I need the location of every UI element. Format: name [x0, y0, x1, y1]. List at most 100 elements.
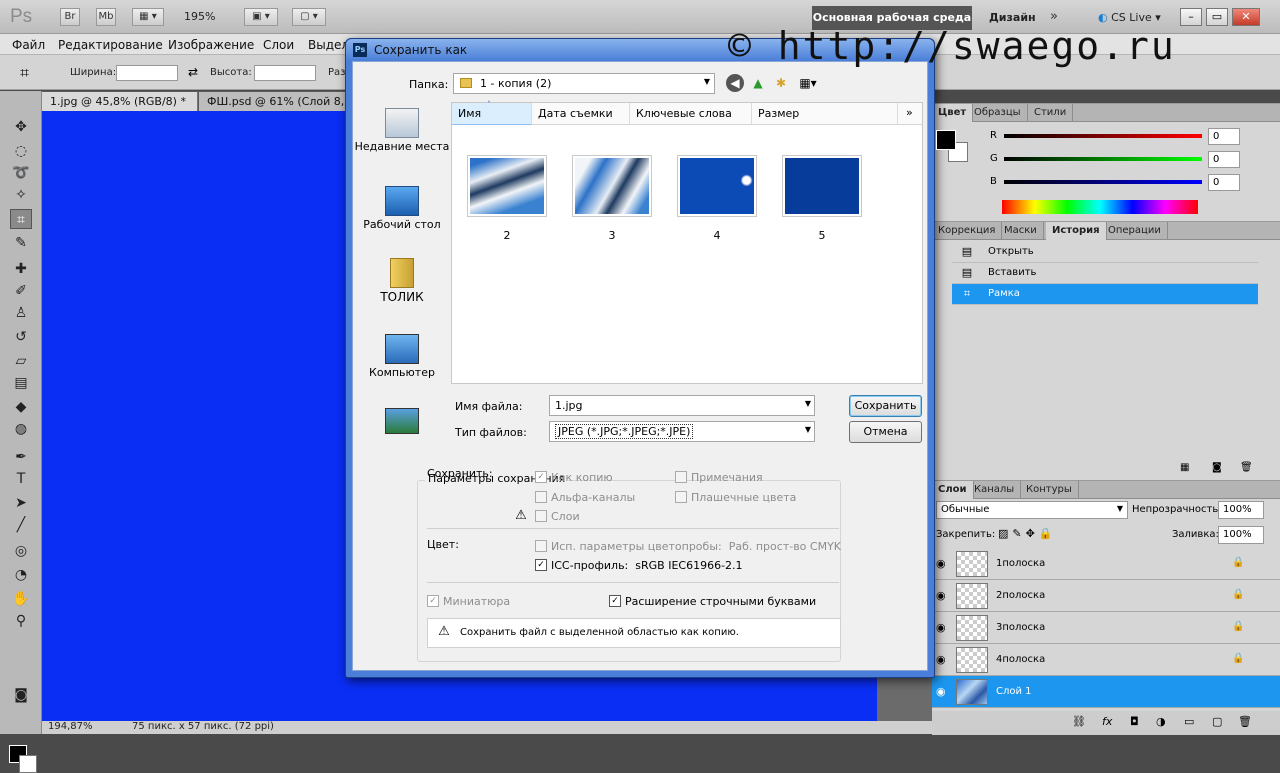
place-recent[interactable]: Недавние места	[353, 108, 451, 153]
tab-color[interactable]: Цвет	[932, 104, 974, 122]
place-network[interactable]	[353, 408, 451, 436]
column-date[interactable]: Дата съемки	[532, 103, 630, 125]
blue-value[interactable]: 0	[1208, 174, 1240, 191]
crop-tool-icon[interactable]: ⌗	[10, 209, 32, 229]
layer-row[interactable]: ◉ 4полоска 🔒	[932, 644, 1280, 676]
quick-mask-icon[interactable]: ◙	[10, 685, 32, 705]
menu-select[interactable]: Выдел	[308, 38, 349, 52]
menu-layers[interactable]: Слои	[263, 38, 294, 52]
cancel-button[interactable]: Отмена	[849, 421, 922, 443]
file-item[interactable]: 5	[782, 155, 862, 242]
eye-icon[interactable]: ◉	[936, 621, 946, 634]
brush-tool-icon[interactable]: ✐	[10, 281, 32, 301]
blend-mode-select[interactable]: Обычные ▼	[936, 501, 1128, 519]
tab-adjustments[interactable]: Коррекция	[932, 222, 1003, 240]
menu-file[interactable]: Файл	[12, 38, 45, 52]
eye-icon[interactable]: ◉	[936, 685, 946, 698]
marquee-tool-icon[interactable]: ◌	[10, 141, 32, 161]
pen-tool-icon[interactable]: ✒	[10, 447, 32, 467]
hand-tool-icon[interactable]: ✋	[10, 589, 32, 609]
bridge-button[interactable]: Br	[60, 8, 80, 26]
tab-actions[interactable]: Операции	[1102, 222, 1168, 240]
history-item-crop[interactable]: ⌗ Рамка	[952, 284, 1258, 305]
type-tool-icon[interactable]: T	[10, 469, 32, 489]
minibridge-button[interactable]: Mb	[96, 8, 116, 26]
eraser-tool-icon[interactable]: ▱	[10, 351, 32, 371]
red-slider[interactable]	[1004, 134, 1202, 138]
path-selection-icon[interactable]: ➤	[10, 493, 32, 513]
layer-row[interactable]: ◉ 3полоска 🔒	[932, 612, 1280, 644]
history-item-open[interactable]: ▤ Открыть	[952, 242, 1258, 263]
move-tool-icon[interactable]: ✥	[10, 117, 32, 137]
folder-select[interactable]: 1 - копия (2) ▼	[453, 73, 715, 94]
background-color-swatch[interactable]	[19, 755, 37, 773]
width-input[interactable]	[116, 65, 178, 81]
place-user[interactable]: ТОЛИК	[353, 258, 451, 304]
dodge-tool-icon[interactable]: ◍	[10, 419, 32, 439]
swap-icon[interactable]: ⇄	[188, 65, 198, 79]
eye-icon[interactable]: ◉	[936, 653, 946, 666]
view-extras-icon[interactable]: ▦ ▾	[132, 8, 164, 26]
view-menu-icon[interactable]: ▦▾	[795, 74, 821, 92]
folder-icon[interactable]: ▭	[1184, 715, 1194, 728]
tab-styles[interactable]: Стили	[1028, 104, 1074, 122]
status-zoom[interactable]: 194,87%	[48, 721, 93, 732]
lowercase-extension-checkbox[interactable]: ✓ Расширение строчными буквами	[609, 595, 816, 609]
green-value[interactable]: 0	[1208, 151, 1240, 168]
history-item-paste[interactable]: ▤ Вставить	[952, 263, 1258, 284]
menu-image[interactable]: Изображение	[168, 38, 254, 52]
layers-checkbox[interactable]: Слои	[535, 510, 580, 524]
alpha-channels-checkbox[interactable]: Альфа-каналы	[535, 491, 635, 505]
back-icon[interactable]: ◀	[726, 74, 744, 92]
file-item[interactable]: 3	[572, 155, 652, 242]
column-name[interactable]: Имя	[452, 103, 532, 125]
save-button[interactable]: Сохранить	[849, 395, 922, 417]
minimize-button[interactable]: –	[1180, 8, 1202, 26]
fill-input[interactable]: 100%	[1218, 526, 1264, 544]
file-list[interactable]: Имя ˄ Дата съемки Ключевые слова Размер …	[451, 100, 923, 384]
tab-history[interactable]: История	[1046, 222, 1107, 240]
mask-icon[interactable]: ◘	[1130, 715, 1139, 728]
workspace-design-button[interactable]: Дизайн	[989, 11, 1036, 24]
cs-live-button[interactable]: ◐ CS Live ▾	[1098, 11, 1161, 24]
close-button[interactable]: ✕	[1232, 8, 1260, 26]
color-spectrum-ramp[interactable]	[1002, 200, 1198, 214]
file-item[interactable]: 4	[677, 155, 757, 242]
opacity-input[interactable]: 100%	[1218, 501, 1264, 519]
stamp-tool-icon[interactable]: ♙	[10, 303, 32, 323]
link-icon[interactable]: ⛓	[1072, 715, 1086, 728]
proof-setup-checkbox[interactable]: Исп. параметры цветопробы: Раб. прост-во…	[535, 540, 841, 554]
up-folder-icon[interactable]: ▲	[749, 74, 767, 92]
line-tool-icon[interactable]: ╱	[10, 515, 32, 535]
eye-icon[interactable]: ◉	[936, 557, 946, 570]
icc-profile-checkbox[interactable]: ✓ ICC-профиль: sRGB IEC61966-2.1	[535, 559, 743, 573]
file-item[interactable]: 2	[467, 155, 547, 242]
tab-swatches[interactable]: Образцы	[968, 104, 1028, 122]
place-desktop[interactable]: Рабочий стол	[353, 186, 451, 231]
filename-input[interactable]: 1.jpg ▼	[549, 395, 815, 416]
trash-icon[interactable]: 🗑	[1240, 462, 1253, 473]
blue-slider[interactable]	[1004, 180, 1202, 184]
place-computer[interactable]: Компьютер	[353, 334, 451, 379]
height-input[interactable]	[254, 65, 316, 81]
zoom-level[interactable]: 195%	[184, 10, 215, 23]
tab-masks[interactable]: Маски	[998, 222, 1044, 240]
column-size[interactable]: Размер	[752, 103, 898, 125]
tab-channels[interactable]: Каналы	[968, 481, 1022, 499]
layer-row[interactable]: ◉ Слой 1	[932, 676, 1280, 708]
new-layer-icon[interactable]: ▢	[1212, 715, 1222, 728]
snapshot-icon[interactable]: ▦	[1180, 462, 1189, 473]
gradient-tool-icon[interactable]: ▤	[10, 373, 32, 393]
column-keywords[interactable]: Ключевые слова	[630, 103, 752, 125]
filetype-select[interactable]: JPEG (*.JPG;*.JPEG;*.JPE) ▼	[549, 421, 815, 442]
screen-mode-icon[interactable]: ▢ ▾	[292, 8, 326, 26]
history-brush-icon[interactable]: ↺	[10, 327, 32, 347]
zoom-tool-icon[interactable]: ⚲	[10, 611, 32, 631]
maximize-button[interactable]: ▭	[1206, 8, 1228, 26]
3d-orbit-icon[interactable]: ◔	[10, 565, 32, 585]
tab-paths[interactable]: Контуры	[1020, 481, 1079, 499]
more-workspaces-icon[interactable]: »	[1050, 9, 1058, 24]
magic-wand-icon[interactable]: ✧	[10, 185, 32, 205]
eye-icon[interactable]: ◉	[936, 589, 946, 602]
blur-tool-icon[interactable]: ◆	[10, 397, 32, 417]
